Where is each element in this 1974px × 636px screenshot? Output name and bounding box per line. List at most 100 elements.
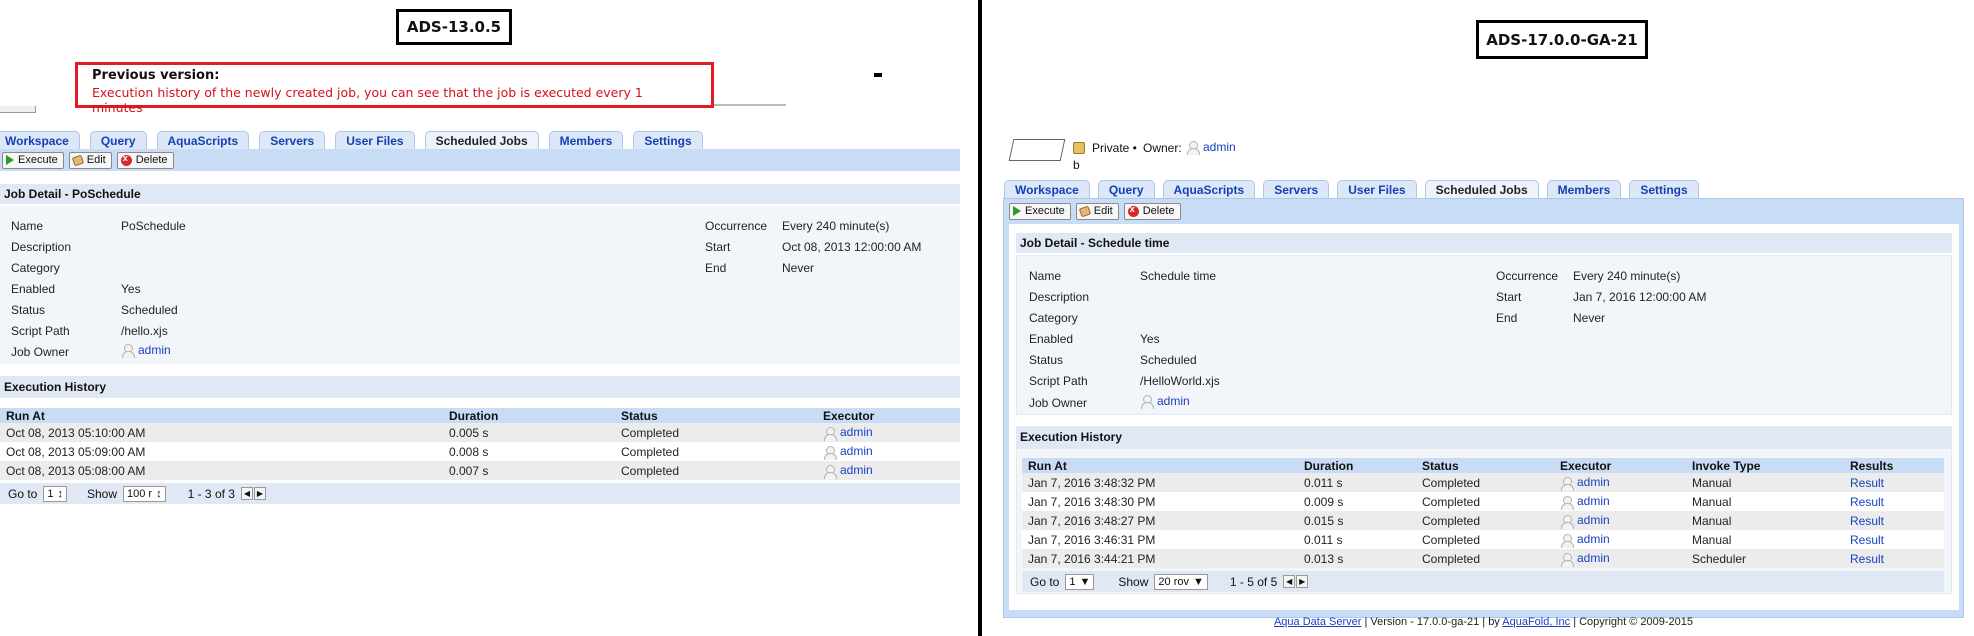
col-duration[interactable]: Duration: [1298, 458, 1416, 473]
delete-icon: [120, 153, 132, 166]
result-link[interactable]: Result: [1850, 514, 1884, 528]
page-select[interactable]: 1 ▼: [1065, 573, 1095, 590]
name-label: Name: [1029, 269, 1062, 283]
col-executor[interactable]: Executor: [817, 408, 960, 423]
invoke-type-cell: Manual: [1686, 530, 1844, 549]
footer-version: | Version - 17.0.0-ga-21 | by: [1361, 616, 1503, 628]
private-lock-icon: [1073, 142, 1085, 154]
executor-link[interactable]: admin: [840, 444, 873, 458]
prev-page-icon[interactable]: ◀: [240, 487, 253, 500]
user-icon: [823, 445, 837, 460]
company-link[interactable]: AquaFold, Inc: [1502, 616, 1570, 628]
tab-workspace[interactable]: Workspace: [1004, 180, 1090, 198]
executor-link[interactable]: admin: [1577, 475, 1610, 489]
run-at-cell: Jan 7, 2016 3:46:31 PM: [1022, 530, 1298, 549]
col-status[interactable]: Status: [1416, 458, 1554, 473]
edit-button[interactable]: Edit: [68, 151, 112, 169]
owner-label: Owner:: [1143, 141, 1182, 155]
executor-link[interactable]: admin: [1577, 513, 1610, 527]
page-select[interactable]: 1 ↕: [43, 485, 67, 502]
run-at-cell: Jan 7, 2016 3:48:32 PM: [1022, 473, 1298, 492]
description-label: Description: [1029, 290, 1090, 304]
tab-aquascripts[interactable]: AquaScripts: [156, 131, 250, 149]
col-results[interactable]: Results: [1844, 458, 1944, 473]
left-history-table: Run At Duration Status Executor Oct 08, …: [0, 408, 960, 480]
duration-cell: 0.007 s: [443, 461, 615, 480]
user-icon: [1186, 141, 1200, 156]
tab-user-files[interactable]: User Files: [335, 131, 415, 149]
result-cell: Result: [1844, 549, 1944, 568]
result-cell: Result: [1844, 473, 1944, 492]
col-status[interactable]: Status: [615, 408, 817, 423]
col-run-at[interactable]: Run At: [1022, 458, 1298, 473]
end-value: Never: [1573, 311, 1606, 325]
left-toolbar: Execute Edit Delete: [0, 149, 960, 171]
tab-aquascripts[interactable]: AquaScripts: [1162, 180, 1256, 198]
rows-select[interactable]: 100 r ↕: [123, 485, 166, 502]
job-owner-value[interactable]: admin: [121, 343, 171, 359]
col-duration[interactable]: Duration: [443, 408, 615, 423]
tab-user-files[interactable]: User Files: [1337, 180, 1417, 198]
job-owner-value[interactable]: admin: [1140, 394, 1190, 410]
status-cell: Completed: [1416, 549, 1554, 568]
execute-button[interactable]: Execute: [1009, 202, 1071, 220]
next-page-icon[interactable]: ▶: [1296, 575, 1309, 588]
executor-link[interactable]: admin: [840, 425, 873, 439]
note-text: Execution history of the newly created j…: [92, 85, 643, 115]
tab-scheduled-jobs[interactable]: Scheduled Jobs: [424, 131, 539, 149]
next-page-icon[interactable]: ▶: [253, 487, 266, 500]
delete-button[interactable]: Delete: [1123, 202, 1181, 220]
table-row: Jan 7, 2016 3:44:21 PM 0.013 s Completed…: [1022, 549, 1944, 568]
tab-query[interactable]: Query: [89, 131, 147, 149]
rows-select[interactable]: 20 rov ▼: [1154, 573, 1208, 590]
tab-members[interactable]: Members: [548, 131, 624, 149]
executor-link[interactable]: admin: [840, 463, 873, 477]
executor-cell: admin: [1554, 549, 1686, 568]
header-owner[interactable]: admin: [1186, 140, 1236, 156]
table-row: Jan 7, 2016 3:48:30 PM 0.009 s Completed…: [1022, 492, 1944, 511]
col-invoke-type[interactable]: Invoke Type: [1686, 458, 1844, 473]
script-path-label: Script Path: [1029, 374, 1088, 388]
script-path-value: /HelloWorld.xjs: [1140, 374, 1220, 388]
executor-link[interactable]: admin: [1577, 532, 1610, 546]
script-path-label: Script Path: [11, 324, 70, 338]
job-owner-link[interactable]: admin: [138, 343, 171, 357]
status-label: Status: [11, 303, 46, 317]
app-link[interactable]: Aqua Data Server: [1274, 616, 1361, 628]
result-link[interactable]: Result: [1850, 495, 1884, 509]
col-executor[interactable]: Executor: [1554, 458, 1686, 473]
updown-icon: ↕: [57, 487, 63, 500]
edit-label: Edit: [1093, 205, 1113, 217]
tab-scheduled-jobs[interactable]: Scheduled Jobs: [1424, 180, 1539, 198]
tab-members[interactable]: Members: [1546, 180, 1622, 198]
user-icon: [1140, 395, 1154, 410]
execute-button[interactable]: Execute: [2, 151, 64, 169]
tab-servers[interactable]: Servers: [259, 131, 326, 149]
result-link[interactable]: Result: [1850, 552, 1884, 566]
job-owner-link[interactable]: admin: [1157, 394, 1190, 408]
status-cell: Completed: [615, 461, 817, 480]
tab-workspace[interactable]: Workspace: [0, 131, 80, 149]
status-cell: Completed: [1416, 492, 1554, 511]
result-link[interactable]: Result: [1850, 533, 1884, 547]
left-detail-title: Job Detail - PoSchedule: [0, 184, 960, 204]
tab-settings[interactable]: Settings: [1629, 180, 1699, 198]
tab-settings[interactable]: Settings: [633, 131, 703, 149]
rows-value: 20 rov: [1158, 575, 1189, 588]
status-cell: Completed: [1416, 530, 1554, 549]
col-run-at[interactable]: Run At: [0, 408, 443, 423]
tab-query[interactable]: Query: [1097, 180, 1155, 198]
description-label: Description: [11, 240, 72, 254]
delete-button[interactable]: Delete: [116, 151, 174, 169]
executor-link[interactable]: admin: [1577, 551, 1610, 565]
executor-link[interactable]: admin: [1577, 494, 1610, 508]
edit-button[interactable]: Edit: [1075, 202, 1119, 220]
invoke-type-cell: Manual: [1686, 492, 1844, 511]
tab-servers[interactable]: Servers: [1263, 180, 1330, 198]
prev-page-icon[interactable]: ◀: [1283, 575, 1296, 588]
header-owner-link[interactable]: admin: [1203, 140, 1236, 154]
duration-cell: 0.015 s: [1298, 511, 1416, 530]
result-link[interactable]: Result: [1850, 476, 1884, 490]
show-label: Show: [1118, 574, 1149, 589]
enabled-value: Yes: [121, 282, 141, 296]
